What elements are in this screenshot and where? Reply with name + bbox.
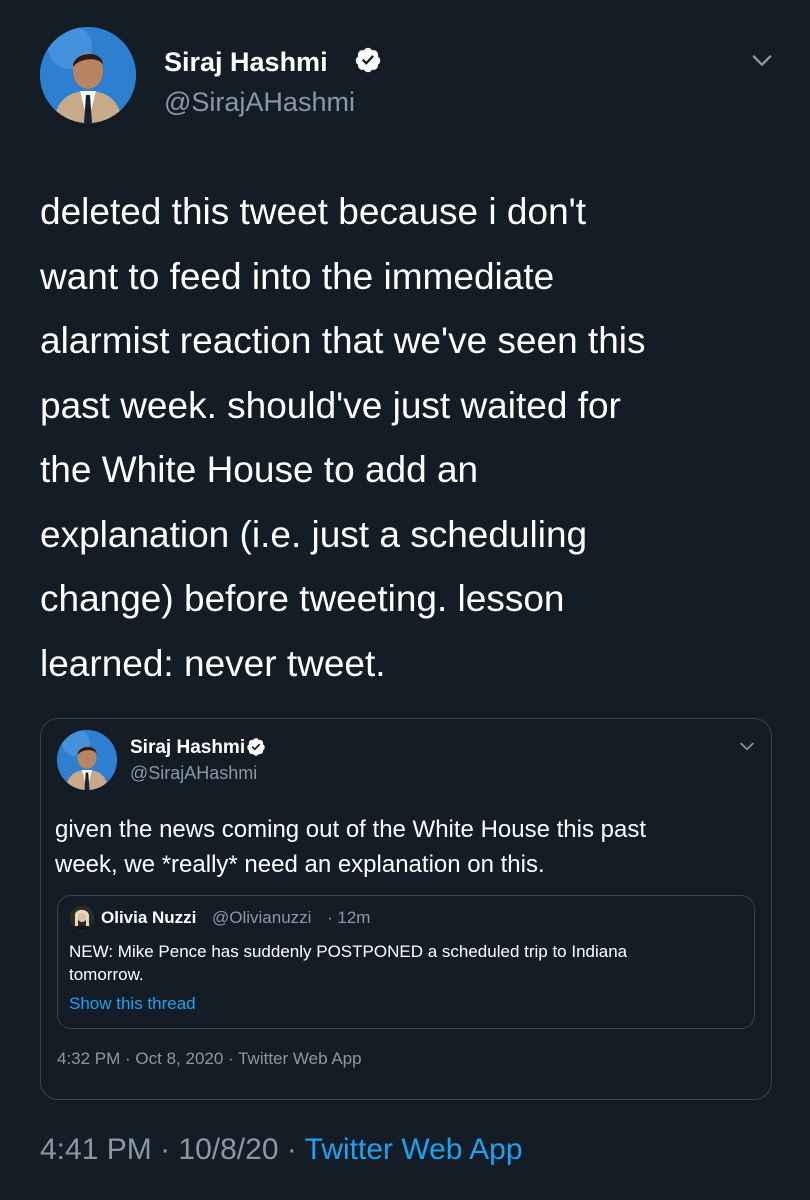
nested-tweet-text-line: NEW: Mike Pence has suddenly POSTPONED a… [69,942,628,961]
show-thread-link[interactable]: Show this thread [69,993,196,1015]
verified-badge-icon [246,737,266,757]
separator-dot: · [160,1133,171,1166]
tweet-source-link[interactable]: Twitter Web App [305,1133,523,1166]
tweet-date[interactable]: 10/8/20 [178,1133,278,1166]
nested-tweet-text-line: tomorrow. [69,965,144,984]
nested-author-avatar[interactable] [70,906,94,930]
author-handle[interactable]: @SirajAHashmi [164,86,355,118]
author-avatar[interactable] [40,27,136,123]
verified-badge-icon [354,46,382,74]
nested-author-handle[interactable]: @Olivianuzzi [212,908,311,928]
tweet-footer: 4:41 PM · 10/8/20 · Twitter Web App [40,1132,523,1168]
tweet-time[interactable]: 4:41 PM [40,1133,152,1166]
quoted-author-handle[interactable]: @SirajAHashmi [130,762,257,784]
quoted-tweet-meta[interactable]: 4:32 PM · Oct 8, 2020 · Twitter Web App [57,1048,362,1070]
separator-dot: · [286,1133,297,1166]
chevron-down-icon[interactable] [737,736,757,756]
author-name[interactable]: Siraj Hashmi [164,46,328,78]
tweet-text: deleted this tweet because i don't want … [40,191,646,684]
nested-author-name[interactable]: Olivia Nuzzi [101,908,196,928]
quoted-tweet-text-line: given the news coming out of the White H… [55,816,646,843]
chevron-down-icon[interactable] [748,46,776,74]
quoted-author-avatar[interactable] [57,730,117,790]
quoted-author-name[interactable]: Siraj Hashmi [130,737,245,759]
nested-tweet-age[interactable]: · 12m [327,908,370,928]
quoted-tweet-text-line: week, we *really* need an explanation on… [55,851,545,878]
